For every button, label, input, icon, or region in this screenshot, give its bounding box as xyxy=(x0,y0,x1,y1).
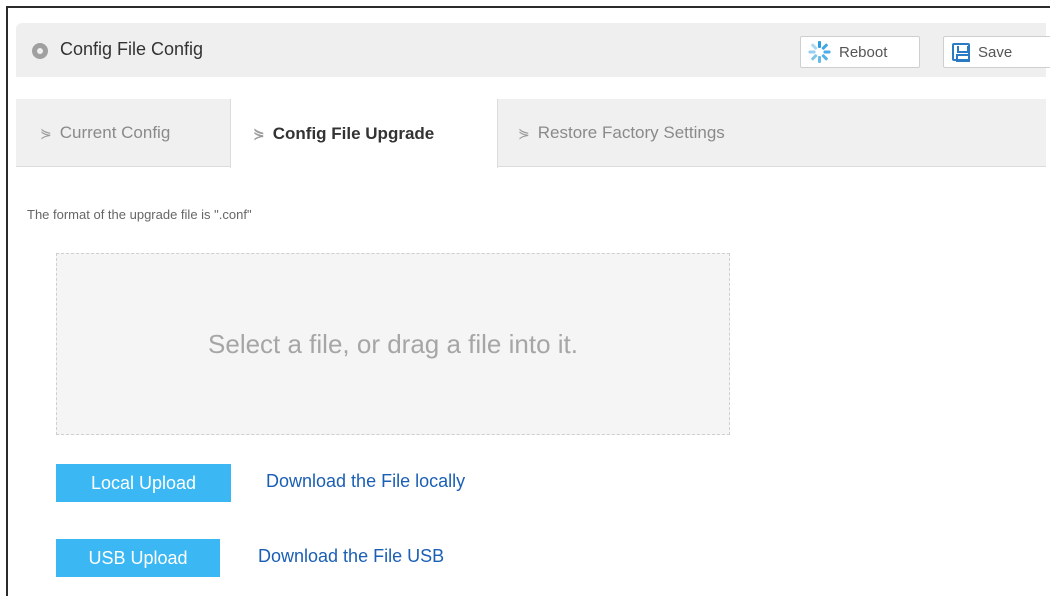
file-dropzone[interactable]: Select a file, or drag a file into it. xyxy=(56,253,730,435)
tab-label: Current Config xyxy=(59,123,171,142)
tab-label: Config File Upgrade xyxy=(272,123,435,143)
local-upload-button[interactable]: Local Upload xyxy=(56,464,231,502)
download-file-locally-link[interactable]: Download the File locally xyxy=(266,471,465,492)
chevron-right-icon: ⋟ xyxy=(253,125,265,141)
tab-current-config[interactable]: ⋟ Current Config xyxy=(40,99,170,167)
tab-bar: ⋟ Current Config ⋟ Config File Upgrade ⋟… xyxy=(16,99,1046,168)
reboot-spinner-icon xyxy=(808,41,831,63)
floppy-save-icon xyxy=(952,43,970,62)
reboot-label: Reboot xyxy=(839,43,888,61)
local-upload-label: Local Upload xyxy=(90,472,197,493)
save-label: Save xyxy=(978,43,1013,61)
upgrade-format-hint: The format of the upgrade file is ".conf… xyxy=(27,207,252,222)
chevron-right-icon: ⋟ xyxy=(518,124,530,141)
chevron-right-icon: ⋟ xyxy=(40,124,52,141)
tab-label: Restore Factory Settings xyxy=(537,123,725,142)
reboot-button[interactable]: Reboot xyxy=(800,36,920,68)
tab-config-file-upgrade[interactable]: ⋟ Config File Upgrade xyxy=(230,99,498,168)
download-file-usb-link[interactable]: Download the File USB xyxy=(258,546,444,567)
tab-restore-factory-settings[interactable]: ⋟ Restore Factory Settings xyxy=(518,99,725,167)
usb-upload-button[interactable]: USB Upload xyxy=(56,539,220,577)
usb-upload-label: USB Upload xyxy=(88,547,188,568)
page-frame: Config File Config Reboot Save ⋟ Current… xyxy=(6,6,1050,596)
save-button[interactable]: Save xyxy=(943,36,1050,68)
dropzone-text: Select a file, or drag a file into it. xyxy=(208,328,578,359)
page-title: Config File Config xyxy=(60,39,204,59)
page-header: Config File Config Reboot Save xyxy=(16,23,1050,77)
location-pin-icon xyxy=(32,43,48,59)
